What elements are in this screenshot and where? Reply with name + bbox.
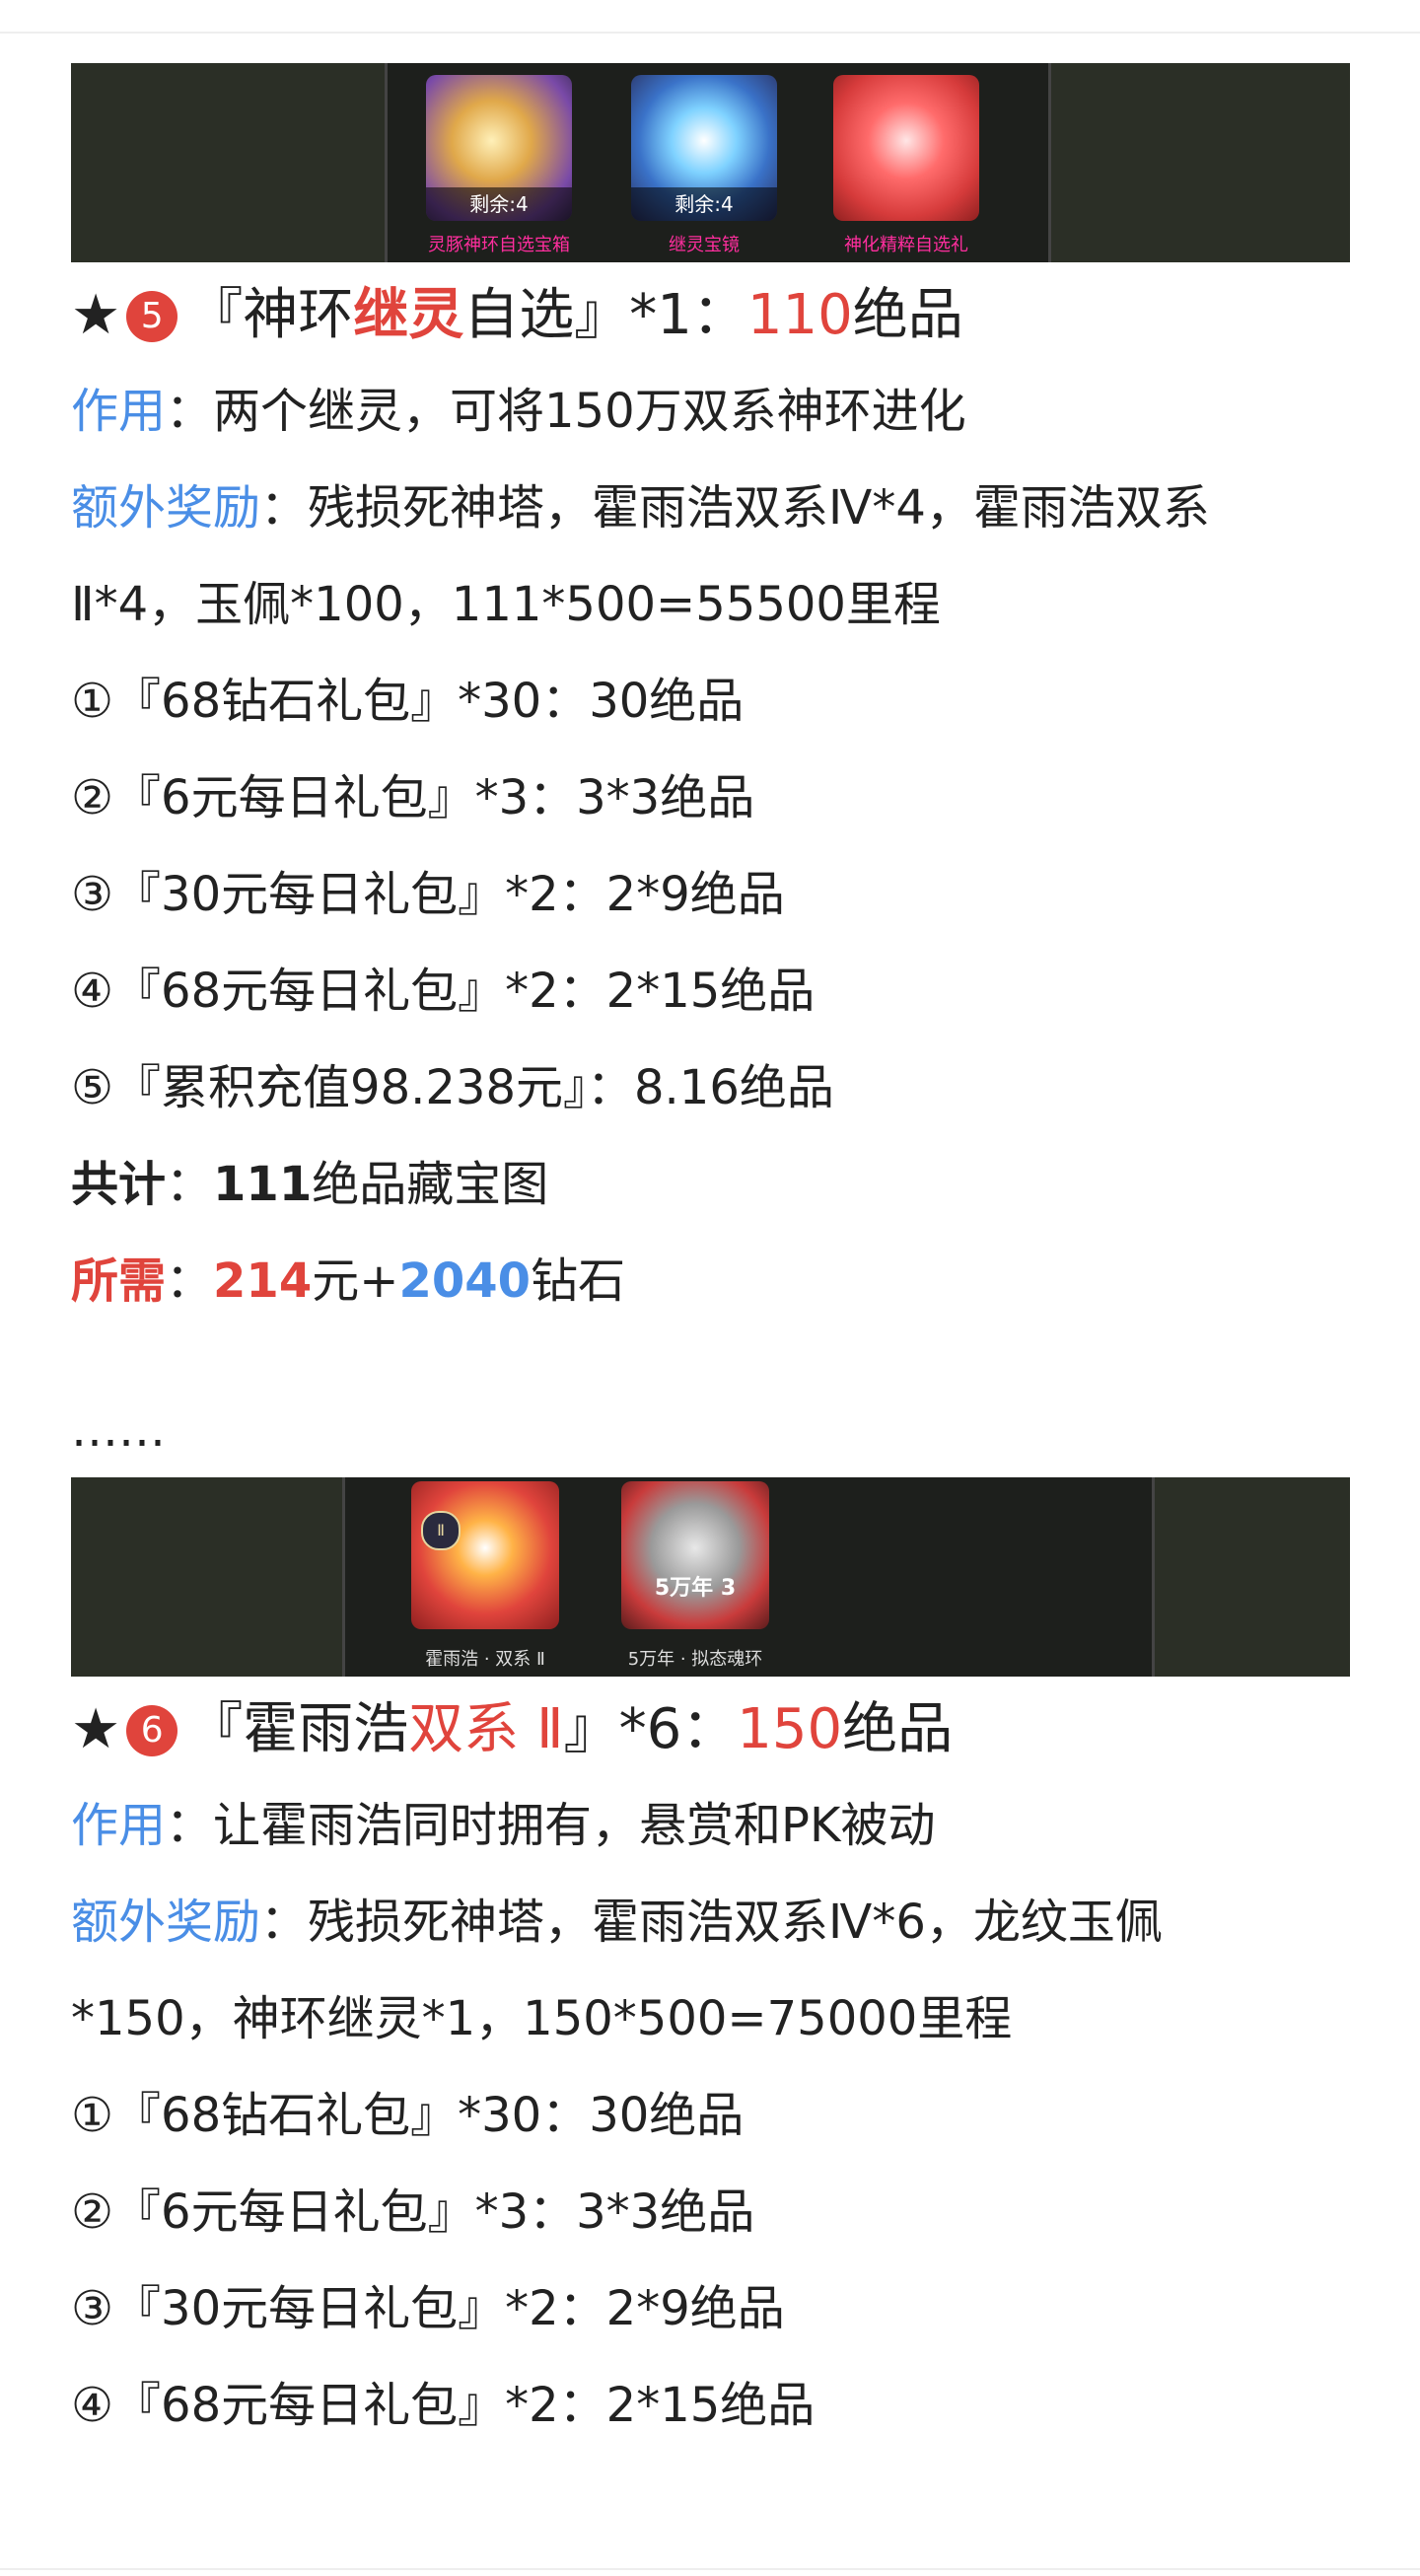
required-line: 所需：214元+2040钻石 xyxy=(71,1233,1353,1329)
number-badge: 5 xyxy=(126,291,178,342)
effect-text: ：让霍雨浩同时拥有，悬赏和PK被动 xyxy=(166,1798,936,1853)
list-item: ②『6元每日礼包』*3：3*3绝品 xyxy=(71,770,755,825)
effect-text: ：两个继灵，可将150万双系神环进化 xyxy=(166,384,966,439)
banner-item-chest: 剩余:4 xyxy=(426,75,572,221)
total-line: 共计：111绝品藏宝图 xyxy=(71,1136,1353,1233)
required-label: 所需 xyxy=(71,1253,167,1309)
bonus-line: 额外奖励：残损死神塔，霍雨浩双系Ⅳ*6，龙纹玉佩 xyxy=(71,1874,1353,1970)
star-icon: ★ xyxy=(71,1697,121,1761)
required-yuan: 214 xyxy=(213,1253,313,1309)
bonus-text: ：残损死神塔，霍雨浩双系Ⅳ*4，霍雨浩双系 xyxy=(260,480,1210,536)
trident-crest-icon xyxy=(833,75,979,221)
title-unit: 绝品 xyxy=(852,283,963,347)
bonus-label: 额外奖励 xyxy=(71,1895,261,1950)
title-text: 『神环 xyxy=(187,283,354,347)
bonus-label: 额外奖励 xyxy=(71,480,261,536)
dual-system-icon: Ⅱ xyxy=(411,1481,559,1629)
list-item: ④『68元每日礼包』*2：2*15绝品 xyxy=(71,964,816,1019)
remain-label: 剩余:4 xyxy=(426,187,572,221)
effect-line: 作用：让霍雨浩同时拥有，悬赏和PK被动 xyxy=(71,1777,1353,1874)
year-label: 5万年 3 xyxy=(654,1576,737,1601)
required-suffix: 钻石 xyxy=(531,1253,626,1309)
gift-banner-2: Ⅱ 5万年 3 霍雨浩 · 双系 Ⅱ 5万年 · 拟态魂环 xyxy=(71,1477,1350,1677)
title-text: 』*6： xyxy=(563,1697,738,1761)
remain-label: 剩余:4 xyxy=(631,187,777,221)
bottom-divider xyxy=(0,2568,1420,2570)
total-value: 111 xyxy=(213,1157,313,1212)
title-highlight: 继灵 xyxy=(353,283,464,347)
soul-ring-icon: 5万年 3 xyxy=(621,1481,769,1629)
total-label: 共计 xyxy=(71,1157,167,1212)
ellipsis: …… xyxy=(71,1402,166,1458)
caption-ring: 5万年 · 拟态魂环 xyxy=(627,1649,763,1670)
list-item: ①『68钻石礼包』*30：30绝品 xyxy=(71,674,745,729)
caption-essence: 神化精粹自选礼 xyxy=(844,235,968,255)
bonus-line: 额外奖励：残损死神塔，霍雨浩双系Ⅳ*4，霍雨浩双系 xyxy=(71,460,1353,556)
title-text: 『霍雨浩 xyxy=(187,1697,409,1761)
mirror-orb-icon: 剩余:4 xyxy=(631,75,777,221)
list-item: ④『68元每日礼包』*2：2*15绝品 xyxy=(71,2378,816,2433)
list-item: ②『6元每日礼包』*3：3*3绝品 xyxy=(71,2184,755,2240)
treasure-chest-icon: 剩余:4 xyxy=(426,75,572,221)
article-content: 剩余:4 剩余:4 灵豚神环自选宝箱 继灵宝镜 神化精粹自选礼 ★ 5 『神环继灵自… xyxy=(71,63,1353,2454)
required-diamond: 2040 xyxy=(398,1253,532,1309)
bonus-line-continued: Ⅱ*4，玉佩*100，111*500=55500里程 xyxy=(71,577,941,632)
banner-item-ring: 5万年 3 xyxy=(621,1481,769,1629)
banner-item-essence xyxy=(833,75,979,221)
list-item: ③『30元每日礼包』*2：2*9绝品 xyxy=(71,2281,785,2336)
bonus-text: ：残损死神塔，霍雨浩双系Ⅳ*6，龙纹玉佩 xyxy=(260,1895,1163,1950)
top-divider xyxy=(0,32,1420,34)
star-icon: ★ xyxy=(71,283,121,347)
title-highlight: 双系 Ⅱ xyxy=(408,1697,564,1761)
effect-label: 作用 xyxy=(71,384,167,439)
list-item: ⑤『累积充值98.238元』：8.16绝品 xyxy=(71,1060,834,1115)
effect-label: 作用 xyxy=(71,1798,167,1853)
title-text: 自选』*1： xyxy=(463,283,747,347)
section-5-title: ★ 5 『神环继灵自选』*1：110绝品 xyxy=(71,268,1353,363)
list-item: ③『30元每日礼包』*2：2*9绝品 xyxy=(71,867,785,922)
list-item: ①『68钻石礼包』*30：30绝品 xyxy=(71,2088,745,2143)
effect-line: 作用：两个继灵，可将150万双系神环进化 xyxy=(71,363,1353,460)
title-unit: 绝品 xyxy=(842,1697,954,1761)
total-suffix: 绝品藏宝图 xyxy=(312,1157,549,1212)
banner-item-dual: Ⅱ xyxy=(411,1481,559,1629)
section-6-title: ★ 6 『霍雨浩双系 Ⅱ』*6：150绝品 xyxy=(71,1682,1353,1777)
required-colon: ： xyxy=(166,1253,214,1309)
roman-two-badge: Ⅱ xyxy=(421,1511,461,1550)
total-colon: ： xyxy=(166,1157,214,1212)
required-mid: 元+ xyxy=(312,1253,399,1309)
title-value: 150 xyxy=(737,1697,843,1761)
number-badge: 6 xyxy=(126,1705,178,1756)
banner-item-mirror: 剩余:4 xyxy=(631,75,777,221)
title-value: 110 xyxy=(746,283,853,347)
gift-banner-1: 剩余:4 剩余:4 灵豚神环自选宝箱 继灵宝镜 神化精粹自选礼 xyxy=(71,63,1350,262)
bonus-line-continued: *150，神环继灵*1，150*500=75000里程 xyxy=(71,1991,1013,2046)
